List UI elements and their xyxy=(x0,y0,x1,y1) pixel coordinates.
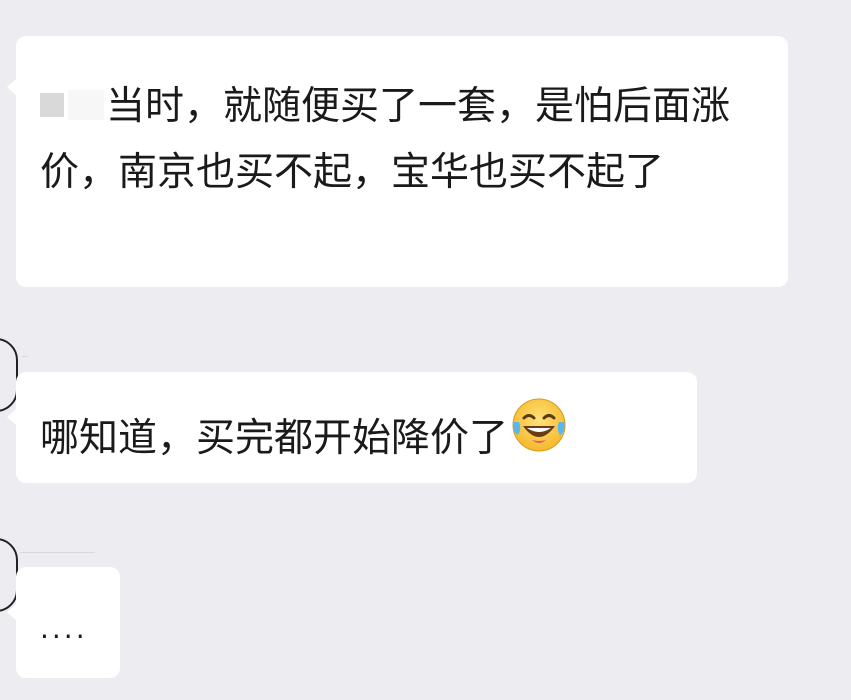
message-bubble-1[interactable]: 当时，就随便买了一套，是怕后面涨价，南京也买不起，宝华也买不起了 xyxy=(7,36,788,287)
chat-area: 当时，就随便买了一套，是怕后面涨价，南京也买不起，宝华也买不起了 哪知道，买完都… xyxy=(0,0,851,700)
bubble-tail xyxy=(7,603,17,621)
divider-line xyxy=(22,356,28,357)
message-2-content: 哪知道，买完都开始降价了 xyxy=(40,416,509,461)
message-1-content: 当时，就随便买了一套，是怕后面涨价，南京也买不起，宝华也买不起了 xyxy=(40,84,731,195)
redacted-name-faint xyxy=(68,89,104,120)
redacted-name-block xyxy=(40,92,64,117)
message-3-content: .... xyxy=(40,612,88,645)
bubble-tail xyxy=(7,78,17,96)
laughing-tears-icon xyxy=(510,396,568,475)
divider-line xyxy=(20,552,95,553)
message-bubble-2[interactable]: 哪知道，买完都开始降价了 xyxy=(7,372,697,485)
bubble-tail xyxy=(7,408,17,426)
message-text-2: 哪知道，买完都开始降价了 xyxy=(40,396,677,485)
message-text-1: 当时，就随便买了一套，是怕后面涨价，南京也买不起，宝华也买不起了 xyxy=(40,74,768,206)
